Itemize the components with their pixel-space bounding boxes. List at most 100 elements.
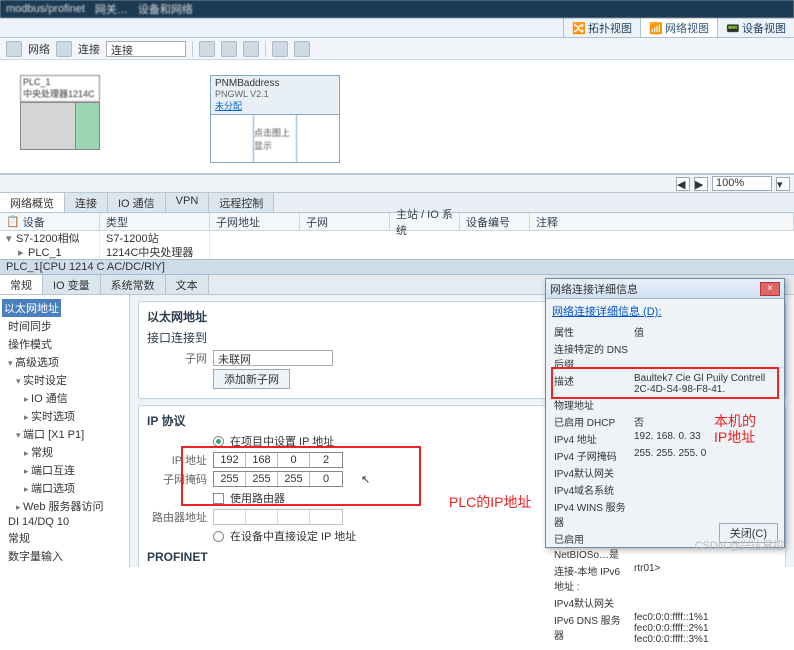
title-seg-1: modbus/profinet: [6, 3, 85, 15]
zoom-level-input[interactable]: 100%: [712, 176, 772, 191]
tree-item[interactable]: DI 14/DQ 10: [2, 515, 127, 529]
table-row[interactable]: ▸PLC_1 1214C中央处理器: [0, 245, 794, 259]
separator: [265, 41, 266, 57]
tool-icon[interactable]: [221, 41, 237, 57]
tree-item[interactable]: 时间同步: [2, 317, 127, 335]
checkbox-icon[interactable]: [213, 493, 224, 504]
detail-row: IPv4域名系统: [552, 481, 778, 498]
tab-io-vars[interactable]: IO 变量: [43, 275, 101, 294]
tree-item[interactable]: IO 通信: [2, 389, 127, 407]
label-subnet: 子网: [147, 350, 207, 366]
app-titlebar: modbus/profinet 网关… 设备和网络: [0, 0, 794, 18]
zoom-prev-icon[interactable]: ◀: [676, 177, 690, 191]
tab-topology-view[interactable]: 🔀 拓扑视图: [563, 18, 640, 37]
annotation-plc-ip: PLC的IP地址: [449, 492, 531, 512]
detail-row: 属性值: [552, 323, 778, 340]
detail-row: 物理地址: [552, 396, 778, 413]
dialog-title: 网络连接详细信息: [550, 281, 638, 297]
tree-item[interactable]: 高级选项: [2, 353, 127, 371]
tree-item[interactable]: 数字量输入: [2, 547, 127, 565]
inspector-tree[interactable]: 以太网地址 时间同步操作模式高级选项实时设定IO 通信实时选项端口 [X1 P1…: [0, 295, 130, 567]
tree-item[interactable]: 操作模式: [2, 335, 127, 353]
node-gsd-header: PNMBaddress PNGWL V2.1 未分配: [210, 75, 340, 115]
radio-icon[interactable]: [213, 436, 224, 447]
overview-rows: ▾S7-1200相似 S7-1200站 ▸PLC_1 1214C中央处理器 ▾G…: [0, 231, 794, 259]
tree-item[interactable]: Web 服务器访问: [2, 497, 127, 515]
node-gsd-assign-link[interactable]: 未分配: [215, 101, 242, 111]
connection-type-dropdown[interactable]: 连接: [106, 41, 186, 57]
zoom-strip: ◀ ▶ 100% ▾: [0, 175, 794, 193]
topology-icon: 🔀: [572, 22, 584, 34]
tab-connections[interactable]: 连接: [65, 193, 108, 212]
subnet-dropdown[interactable]: 未联网: [213, 350, 333, 366]
tree-item[interactable]: 端口 [X1 P1]: [2, 425, 127, 443]
tab-sys-const[interactable]: 系统常数: [101, 275, 166, 294]
canvas-toolbar: 网络 连接 连接: [0, 38, 794, 60]
detail-row: IPv4默认网关: [552, 464, 778, 481]
tool-network-label[interactable]: 网络: [28, 41, 50, 57]
detail-row: 描述Baultek7 Cie Gl Puily Contrell 2C-4D-S…: [552, 372, 778, 396]
tab-topology-label: 拓扑视图: [588, 20, 632, 36]
network-overview-panel: 网络概览 连接 IO 通信 VPN 远程控制 📋设备 类型 子网地址 子网 主站…: [0, 193, 794, 259]
tool-connections-label[interactable]: 连接: [78, 41, 100, 57]
router-address-input: [213, 509, 343, 525]
node-plc[interactable]: PLC_1中央处理器1214C: [20, 75, 100, 150]
tree-item[interactable]: 常规: [2, 529, 127, 547]
watermark: CSDN @兴达易控: [695, 537, 784, 553]
tab-io-comm[interactable]: IO 通信: [108, 193, 166, 212]
tree-item-ethernet[interactable]: 以太网地址: [2, 299, 61, 317]
ip-address-input[interactable]: 19216802: [213, 452, 343, 468]
tab-general[interactable]: 常规: [0, 275, 43, 294]
table-row[interactable]: ▾S7-1200相似 S7-1200站: [0, 231, 794, 245]
view-tab-bar: 🔀 拓扑视图 📶网络视图 📟设备视图: [0, 18, 794, 38]
tool-icon[interactable]: [243, 41, 259, 57]
tree-item[interactable]: 实时选项: [2, 407, 127, 425]
cursor-icon: ↖: [361, 473, 370, 486]
radio-icon[interactable]: [213, 531, 224, 542]
tab-network-label: 网络视图: [665, 20, 709, 36]
inspector-title: PLC_1[CPU 1214 C AC/DC/RlY]: [0, 259, 794, 275]
node-gsd-title: PNMBaddress: [215, 78, 335, 89]
node-plc-label: PLC_1中央处理器1214C: [20, 75, 100, 102]
tab-device-label: 设备视图: [742, 20, 786, 36]
tool-icon[interactable]: [56, 41, 72, 57]
tool-icon[interactable]: [272, 41, 288, 57]
tab-network-view[interactable]: 📶网络视图: [640, 18, 717, 37]
details-table: 属性值连接特定的 DNS 后缀描述Baultek7 Cie Gl Puily C…: [552, 323, 778, 646]
title-seg-3: 设备和网络: [138, 1, 193, 17]
node-plc-body[interactable]: [20, 102, 100, 150]
dialog-titlebar[interactable]: 网络连接详细信息 ×: [546, 279, 784, 299]
zoom-next-icon[interactable]: ▶: [694, 177, 708, 191]
tree-item[interactable]: 实时设定: [2, 371, 127, 389]
radio-label: 在项目中设置 IP 地址: [230, 433, 334, 449]
detail-row: 连接-本地 IPv6 地址 :rtr01>: [552, 562, 778, 594]
zoom-dropdown-icon[interactable]: ▾: [776, 177, 790, 191]
overview-columns: 📋设备 类型 子网地址 子网 主站 / IO 系统 设备编号 注释: [0, 213, 794, 231]
close-icon[interactable]: ×: [760, 282, 780, 296]
annotation-host-ip: 本机的 IP地址: [714, 413, 756, 445]
tree-item[interactable]: 端口互连: [2, 461, 127, 479]
tool-icon[interactable]: [199, 41, 215, 57]
dialog-details-link[interactable]: 网络连接详细信息 (D):: [552, 306, 661, 318]
tab-texts[interactable]: 文本: [166, 275, 209, 294]
detail-row: IPv4默认网关: [552, 594, 778, 611]
tool-icon[interactable]: [6, 41, 22, 57]
detail-row: IPv4 子网掩码255. 255. 255. 0: [552, 447, 778, 464]
node-gsd-body[interactable]: 点击图上显示: [210, 115, 340, 163]
tab-vpn[interactable]: VPN: [166, 193, 210, 212]
tool-icon[interactable]: [294, 41, 310, 57]
network-canvas[interactable]: PLC_1中央处理器1214C PNMBaddress PNGWL V2.1 未…: [0, 60, 794, 175]
tree-item[interactable]: 常规: [2, 443, 127, 461]
tab-net-overview[interactable]: 网络概览: [0, 193, 65, 212]
add-subnet-button[interactable]: 添加新子网: [213, 369, 290, 389]
tree-item[interactable]: 数字量输出: [2, 565, 127, 567]
network-details-dialog[interactable]: 网络连接详细信息 × 网络连接详细信息 (D): 属性值连接特定的 DNS 后缀…: [545, 278, 785, 548]
subnet-mask-input[interactable]: 2552552550: [213, 471, 343, 487]
tab-device-view[interactable]: 📟设备视图: [717, 18, 794, 37]
node-gsd[interactable]: PNMBaddress PNGWL V2.1 未分配 点击图上显示: [210, 75, 340, 163]
radio-label: 在设备中直接设定 IP 地址: [230, 528, 356, 544]
detail-row: 连接特定的 DNS 后缀: [552, 340, 778, 372]
tree-item[interactable]: 端口选项: [2, 479, 127, 497]
separator: [192, 41, 193, 57]
tab-remote[interactable]: 远程控制: [209, 193, 274, 212]
